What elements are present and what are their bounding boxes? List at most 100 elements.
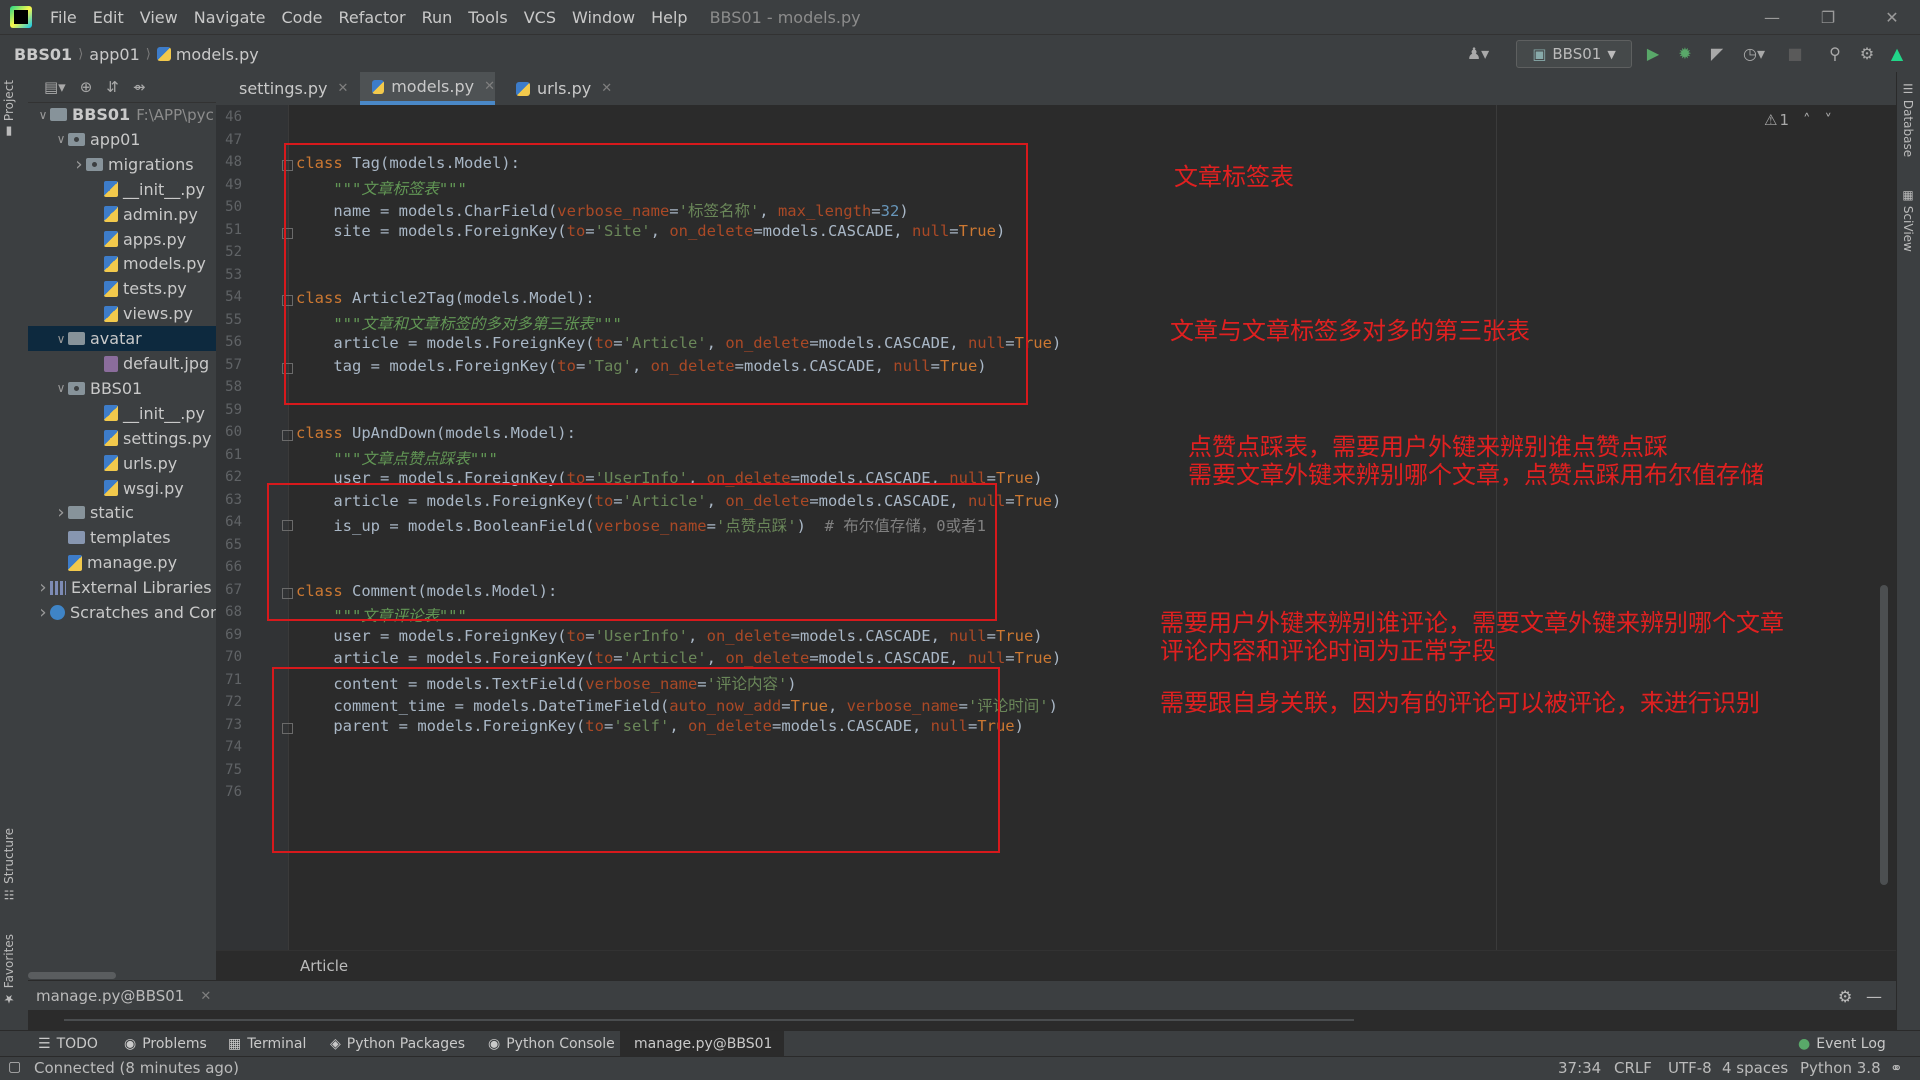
- lock-icon[interactable]: ⚭: [1890, 1059, 1903, 1077]
- tree-item[interactable]: ∨ BBS01: [28, 376, 143, 401]
- file-encoding[interactable]: UTF-8: [1668, 1059, 1712, 1077]
- chevron-down-icon[interactable]: ∨: [54, 332, 68, 346]
- tree-item[interactable]: models.py: [28, 251, 206, 276]
- minimize-button[interactable]: —: [1744, 0, 1800, 34]
- python-interpreter[interactable]: Python 3.8: [1800, 1059, 1881, 1077]
- tab-urls-py[interactable]: urls.py ✕: [508, 72, 616, 105]
- restore-button[interactable]: ❐: [1800, 0, 1856, 34]
- tab-settings-py[interactable]: settings.py ✕: [224, 72, 348, 105]
- scrollbar-thumb[interactable]: [28, 972, 116, 979]
- tree-item[interactable]: ∨ BBS01 F:\APP\pyc: [28, 102, 214, 127]
- tab-python-packages[interactable]: ◈ Python Packages: [330, 1031, 465, 1057]
- database-tool-tab[interactable]: ☰ Database: [1901, 82, 1915, 157]
- close-tab-icon[interactable]: ✕: [484, 79, 495, 94]
- tree-item[interactable]: __init__.py: [28, 177, 205, 202]
- code-breadcrumb-item[interactable]: Article: [300, 957, 348, 975]
- project-tool-tab[interactable]: ▮ Project: [2, 80, 16, 139]
- tree-item[interactable]: manage.py: [28, 550, 177, 575]
- code-line[interactable]: article = models.ForeignKey(to='Article'…: [296, 649, 1061, 667]
- tree-item[interactable]: › Scratches and Con: [28, 600, 216, 625]
- menu-refactor[interactable]: Refactor: [330, 8, 413, 27]
- chevron-right-icon[interactable]: ›: [36, 602, 50, 623]
- indent-setting[interactable]: 4 spaces: [1722, 1059, 1788, 1077]
- tree-item[interactable]: › static: [28, 500, 134, 525]
- chevron-down-icon[interactable]: ∨: [36, 108, 50, 122]
- tree-item[interactable]: apps.py: [28, 227, 186, 252]
- menu-file[interactable]: File: [42, 8, 85, 27]
- chevron-right-icon[interactable]: ›: [54, 502, 68, 523]
- tree-item[interactable]: ∨ avatar: [28, 326, 216, 352]
- tab-todo[interactable]: ☰ TODO: [38, 1031, 98, 1057]
- tab-terminal[interactable]: ▦ Terminal: [228, 1031, 306, 1057]
- collapse-all-icon[interactable]: ⇴: [133, 78, 146, 96]
- status-window-icon[interactable]: ▢: [8, 1059, 21, 1075]
- close-tab-icon[interactable]: ✕: [601, 81, 612, 96]
- favorites-tool-tab[interactable]: ★ Favorites: [2, 934, 16, 1006]
- tree-item[interactable]: › migrations: [28, 152, 193, 177]
- chevron-down-icon[interactable]: ˅: [1825, 111, 1833, 129]
- project-horizontal-scrollbar[interactable]: [28, 970, 216, 980]
- breadcrumb-app01[interactable]: app01: [89, 45, 139, 64]
- breadcrumb-file[interactable]: models.py: [176, 45, 259, 64]
- code-line[interactable]: """文章点赞点踩表""": [296, 447, 498, 469]
- fold-marker-icon[interactable]: [282, 430, 293, 441]
- tab-run-manage[interactable]: manage.py@BBS01: [620, 1031, 784, 1057]
- tab-models-py[interactable]: models.py ✕: [360, 72, 495, 105]
- chevron-right-icon[interactable]: ›: [36, 577, 50, 598]
- close-window-button[interactable]: ✕: [1864, 0, 1920, 34]
- menu-edit[interactable]: Edit: [85, 8, 132, 27]
- profile-icon[interactable]: ◷▾: [1736, 42, 1772, 64]
- code-line[interactable]: user = models.ForeignKey(to='UserInfo', …: [296, 627, 1042, 645]
- editor-vertical-scrollbar[interactable]: [1880, 585, 1888, 885]
- hide-panel-icon[interactable]: —: [1866, 987, 1882, 1006]
- chevron-down-icon[interactable]: ∨: [54, 132, 68, 146]
- menu-vcs[interactable]: VCS: [516, 8, 564, 27]
- chevron-down-icon[interactable]: ∨: [54, 381, 68, 395]
- menu-code[interactable]: Code: [274, 8, 331, 27]
- menu-tools[interactable]: Tools: [460, 8, 515, 27]
- tree-item[interactable]: ∨ app01: [28, 127, 141, 152]
- close-run-tab-icon[interactable]: ✕: [200, 989, 211, 1004]
- settings-gear-icon[interactable]: ⚙: [1856, 42, 1878, 64]
- run-icon[interactable]: ▶: [1642, 42, 1664, 64]
- status-message[interactable]: Connected (8 minutes ago): [34, 1059, 239, 1077]
- chevron-up-icon[interactable]: ˄: [1803, 111, 1811, 129]
- locate-file-icon[interactable]: ⊕: [80, 78, 93, 96]
- debug-icon[interactable]: ✹: [1674, 42, 1696, 64]
- close-tab-icon[interactable]: ✕: [338, 81, 349, 96]
- user-menu-icon[interactable]: ♟▾: [1460, 42, 1496, 64]
- menu-run[interactable]: Run: [414, 8, 461, 27]
- sciview-tool-tab[interactable]: ▦ SciView: [1901, 188, 1915, 252]
- tab-problems[interactable]: ◉ Problems: [124, 1031, 207, 1057]
- tree-item[interactable]: views.py: [28, 301, 193, 326]
- structure-tool-tab[interactable]: ☷ Structure: [2, 828, 16, 902]
- tree-item[interactable]: __init__.py: [28, 401, 205, 426]
- tree-item[interactable]: templates: [28, 525, 171, 550]
- run-settings-gear-icon[interactable]: ⚙: [1838, 987, 1852, 1006]
- inspection-widget[interactable]: ⚠ 1 ˄ ˅: [1764, 111, 1832, 129]
- code-editor[interactable]: 46 47 48 49 50 51 52 53 54 55 56 57 58 59 60 61 62 63 64 65…: [216, 105, 1896, 950]
- run-configuration-select[interactable]: ▣ BBS01 ▼: [1516, 40, 1632, 68]
- caret-position[interactable]: 37:34: [1558, 1059, 1601, 1077]
- tab-python-console[interactable]: ◉ Python Console: [488, 1031, 615, 1057]
- tree-item[interactable]: tests.py: [28, 276, 187, 301]
- tree-item[interactable]: default.jpg: [28, 351, 209, 376]
- coverage-icon[interactable]: ◤: [1706, 42, 1728, 64]
- menu-navigate[interactable]: Navigate: [186, 8, 274, 27]
- stop-icon[interactable]: ■: [1784, 42, 1806, 64]
- breadcrumb-project[interactable]: BBS01: [14, 45, 72, 64]
- menu-view[interactable]: View: [132, 8, 186, 27]
- expand-all-icon[interactable]: ⇵: [106, 78, 119, 96]
- jetbrains-toolbox-icon[interactable]: ▲: [1886, 42, 1908, 64]
- chevron-right-icon[interactable]: ›: [72, 154, 86, 175]
- event-log-button[interactable]: ● Event Log: [1798, 1031, 1886, 1057]
- search-icon[interactable]: ⚲: [1824, 42, 1846, 64]
- tree-item[interactable]: settings.py: [28, 426, 212, 451]
- view-mode-icon[interactable]: ▤▾: [44, 78, 66, 96]
- tree-item[interactable]: wsgi.py: [28, 476, 184, 501]
- code-line[interactable]: class UpAndDown(models.Model):: [296, 424, 576, 442]
- tree-item[interactable]: › External Libraries: [28, 575, 211, 600]
- tree-item[interactable]: admin.py: [28, 202, 198, 227]
- menu-window[interactable]: Window: [564, 8, 643, 27]
- line-ending[interactable]: CRLF: [1614, 1059, 1652, 1077]
